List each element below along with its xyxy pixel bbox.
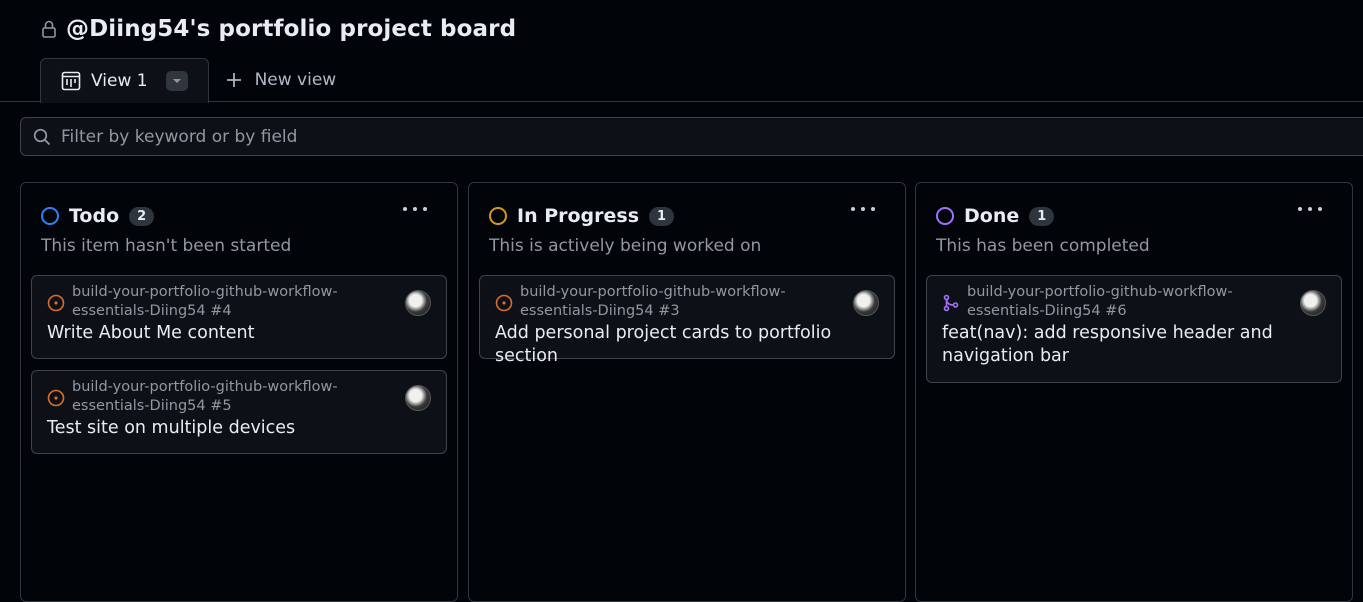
card-title[interactable]: Write About Me content bbox=[47, 322, 387, 345]
column-header: Todo 2 bbox=[41, 203, 155, 229]
avatar[interactable] bbox=[405, 385, 431, 411]
column-in-progress: In Progress 1 This is actively being wor… bbox=[468, 182, 906, 602]
project-card[interactable]: build-your-portfolio-github-workflow-ess… bbox=[926, 275, 1342, 383]
kebab-dot bbox=[861, 207, 865, 211]
column-menu-button[interactable] bbox=[403, 201, 427, 217]
filter-bar bbox=[20, 117, 1363, 156]
todo-status-icon bbox=[41, 207, 59, 225]
tab-options-button[interactable] bbox=[165, 71, 188, 91]
kebab-dot bbox=[413, 207, 417, 211]
search-icon bbox=[33, 128, 51, 145]
column-header: Done 1 bbox=[936, 203, 1055, 229]
column-description: This is actively being worked on bbox=[489, 236, 762, 256]
issue-opened-icon bbox=[495, 294, 513, 312]
column-todo: Todo 2 This item hasn't been started bui… bbox=[20, 182, 458, 602]
kebab-dot bbox=[851, 207, 855, 211]
kebab-dot bbox=[1318, 207, 1322, 211]
column-description: This has been completed bbox=[936, 236, 1150, 256]
column-menu-button[interactable] bbox=[851, 201, 875, 217]
in-progress-status-icon bbox=[489, 207, 507, 225]
column-title: Done bbox=[964, 205, 1020, 227]
issue-opened-icon bbox=[47, 389, 65, 407]
avatar[interactable] bbox=[853, 290, 879, 316]
card-title[interactable]: Add personal project cards to portfolio … bbox=[495, 322, 875, 368]
card-repo-ref[interactable]: build-your-portfolio-github-workflow-ess… bbox=[72, 378, 372, 416]
project-card[interactable]: build-your-portfolio-github-workflow-ess… bbox=[31, 370, 447, 454]
card-repo-ref[interactable]: build-your-portfolio-github-workflow-ess… bbox=[72, 283, 372, 321]
card-title[interactable]: Test site on multiple devices bbox=[47, 417, 387, 440]
column-title: Todo bbox=[69, 205, 120, 227]
tab-label: View 1 bbox=[91, 71, 148, 91]
triangle-down-icon bbox=[172, 79, 181, 83]
view-tabs: View 1 New view bbox=[40, 57, 353, 103]
column-header: In Progress 1 bbox=[489, 203, 675, 229]
card-repo-ref[interactable]: build-your-portfolio-github-workflow-ess… bbox=[520, 283, 820, 321]
page-title: @Diing54's portfolio project board bbox=[66, 16, 517, 42]
kebab-dot bbox=[1298, 207, 1302, 211]
lock-icon bbox=[42, 20, 56, 38]
issue-opened-icon bbox=[47, 294, 65, 312]
kebab-dot bbox=[403, 207, 407, 211]
column-menu-button[interactable] bbox=[1298, 201, 1322, 217]
project-card[interactable]: build-your-portfolio-github-workflow-ess… bbox=[479, 275, 895, 366]
card-repo-ref[interactable]: build-your-portfolio-github-workflow-ess… bbox=[967, 283, 1267, 321]
column-title: In Progress bbox=[517, 205, 640, 227]
avatar[interactable] bbox=[1300, 290, 1326, 316]
board-icon bbox=[61, 71, 81, 91]
kebab-dot bbox=[423, 207, 427, 211]
plus-icon bbox=[226, 72, 241, 87]
project-card[interactable]: build-your-portfolio-github-workflow-ess… bbox=[31, 275, 447, 359]
column-count-badge: 1 bbox=[649, 206, 675, 226]
filter-input[interactable] bbox=[61, 126, 961, 147]
pull-request-merged-icon bbox=[943, 294, 959, 312]
title-row: @Diing54's portfolio project board bbox=[40, 12, 516, 46]
new-view-button[interactable]: New view bbox=[209, 57, 353, 102]
column-count-badge: 2 bbox=[129, 206, 155, 226]
avatar[interactable] bbox=[405, 290, 431, 316]
kebab-dot bbox=[871, 207, 875, 211]
kebab-dot bbox=[1308, 207, 1312, 211]
new-view-label: New view bbox=[254, 69, 337, 90]
done-status-icon bbox=[936, 207, 954, 225]
board-header: @Diing54's portfolio project board View … bbox=[0, 0, 1363, 103]
card-title[interactable]: feat(nav): add responsive header and nav… bbox=[942, 322, 1282, 368]
column-count-badge: 1 bbox=[1029, 206, 1055, 226]
column-description: This item hasn't been started bbox=[41, 236, 292, 256]
tab-view-1[interactable]: View 1 bbox=[40, 58, 209, 103]
column-done: Done 1 This has been completed build-you… bbox=[915, 182, 1353, 602]
